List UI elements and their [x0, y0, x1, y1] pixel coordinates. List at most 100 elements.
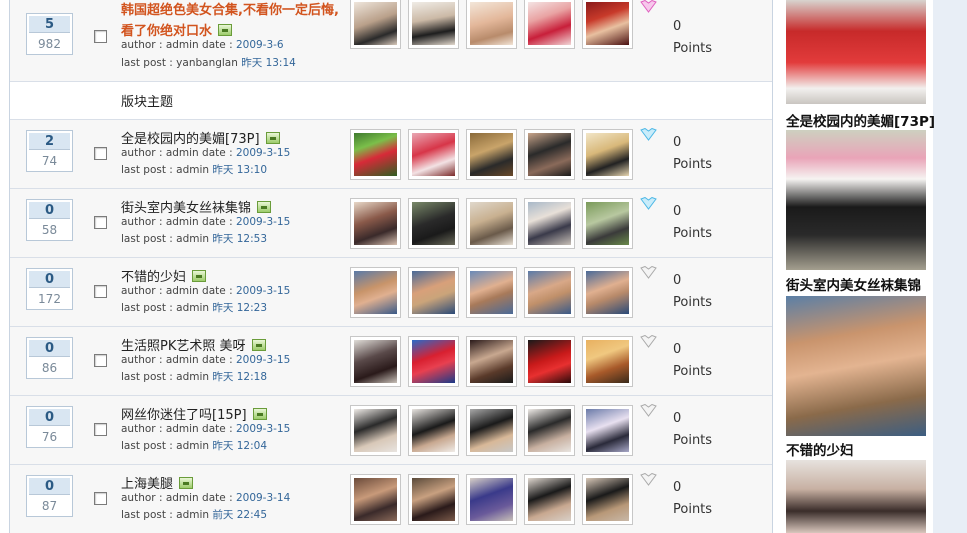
thumbnail[interactable]	[408, 267, 459, 318]
thread-select-checkbox[interactable]	[94, 30, 107, 43]
last-post-time[interactable]: 昨天 12:18	[212, 371, 267, 383]
post-date: 2009-3-15	[235, 423, 291, 435]
reply-view-counter: 0 172	[26, 268, 73, 310]
thumbnail[interactable]	[408, 336, 459, 387]
thumbnail[interactable]	[524, 0, 575, 49]
thread-select-checkbox[interactable]	[94, 354, 107, 367]
thumbnail[interactable]	[350, 474, 401, 525]
thread-author-line: author : admin date : 2009-3-15	[121, 145, 290, 162]
thumbnail[interactable]	[350, 198, 401, 249]
thumbnail[interactable]	[582, 474, 633, 525]
heart-icon[interactable]	[640, 266, 657, 279]
image-attachment-icon	[265, 132, 280, 144]
heart-icon[interactable]	[640, 197, 657, 210]
author-label: author : admin date :	[121, 216, 236, 228]
section-label: 版块主题	[121, 95, 174, 110]
thumbnail[interactable]	[350, 129, 401, 180]
points-block: 0 Points	[673, 477, 712, 521]
last-post-time[interactable]: 昨天 12:23	[212, 302, 267, 314]
points-label: Points	[673, 226, 713, 241]
sidebar-image[interactable]	[786, 296, 926, 436]
sidebar-image[interactable]	[786, 460, 926, 533]
points-value: 0	[673, 273, 682, 288]
thumbnail[interactable]	[524, 474, 575, 525]
last-post-time[interactable]: 昨天 12:53	[212, 233, 267, 245]
reply-view-counter: 0 87	[26, 475, 73, 517]
view-count: 58	[41, 223, 58, 237]
thumbnail[interactable]	[408, 129, 459, 180]
thumbnail[interactable]	[524, 198, 575, 249]
thumbnail[interactable]	[582, 267, 633, 318]
thread-title[interactable]: 韩国超绝色美女合集,不看你一定后悔,看了你绝对口水	[121, 0, 343, 42]
thumbnail[interactable]	[350, 0, 401, 49]
points-label: Points	[673, 157, 713, 172]
thumbnail[interactable]	[524, 405, 575, 456]
heart-icon[interactable]	[640, 128, 657, 141]
thread-select-checkbox[interactable]	[94, 216, 107, 229]
thumbnail[interactable]	[466, 336, 517, 387]
thread-select-checkbox[interactable]	[94, 492, 107, 505]
thumbnail[interactable]	[408, 474, 459, 525]
thumbnail[interactable]	[524, 336, 575, 387]
points-block: 0 Points	[673, 201, 712, 245]
thread-author-line: author : admin date : 2009-3-15	[121, 421, 290, 438]
post-date: 2009-3-6	[235, 39, 284, 51]
reply-count: 0	[29, 271, 70, 288]
view-count: 76	[41, 430, 58, 444]
thread-select-checkbox[interactable]	[94, 285, 107, 298]
image-attachment-icon	[218, 24, 233, 36]
thread-author-line: author : admin date : 2009-3-15	[121, 214, 290, 231]
last-post-label: last post : admin	[121, 509, 213, 521]
thumbnail[interactable]	[582, 0, 633, 49]
thumbnail[interactable]	[582, 405, 633, 456]
thumbnail[interactable]	[350, 336, 401, 387]
thumbnail[interactable]	[466, 267, 517, 318]
thumbnail[interactable]	[466, 198, 517, 249]
sidebar-image[interactable]	[786, 0, 926, 104]
last-post-time[interactable]: 昨天 13:14	[241, 57, 296, 69]
view-count: 86	[41, 361, 58, 375]
thumbnail[interactable]	[524, 129, 575, 180]
thumbnail[interactable]	[408, 405, 459, 456]
thumbnail[interactable]	[466, 405, 517, 456]
reply-view-counter: 0 76	[26, 406, 73, 448]
thumbnail[interactable]	[466, 474, 517, 525]
thumbnail[interactable]	[466, 0, 517, 49]
thumbnail[interactable]	[408, 0, 459, 49]
thumbnail[interactable]	[350, 267, 401, 318]
thumbnail[interactable]	[524, 267, 575, 318]
view-count: 74	[41, 154, 58, 168]
sidebar-caption[interactable]: 街头室内美女丝袜集锦	[786, 274, 921, 294]
points-value: 0	[673, 204, 682, 219]
thumbnail[interactable]	[582, 198, 633, 249]
table-row: 2 74 全是校园内的美媚[73P] author : admin date :…	[10, 120, 772, 189]
thumbnail[interactable]	[582, 336, 633, 387]
sidebar-caption[interactable]: 不错的少妇	[786, 439, 854, 459]
heart-icon[interactable]	[640, 0, 657, 13]
thumbnail[interactable]	[466, 129, 517, 180]
thread-author-line: author : admin date : 2009-3-15	[121, 283, 290, 300]
last-post-time[interactable]: 昨天 12:04	[212, 440, 267, 452]
image-attachment-icon	[192, 270, 207, 282]
thumbnail[interactable]	[350, 405, 401, 456]
image-attachment-icon	[252, 408, 267, 420]
points-block: 0 Points	[673, 408, 712, 452]
last-post-line: last post : admin 昨天 12:53	[121, 231, 267, 248]
thread-select-checkbox[interactable]	[94, 423, 107, 436]
reply-view-counter: 0 86	[26, 337, 73, 379]
sidebar-image-column: 全是校园内的美媚[73P] 街头室内美女丝袜集锦 不错的少妇	[773, 0, 967, 533]
thumbnail[interactable]	[582, 129, 633, 180]
last-post-time[interactable]: 昨天 13:10	[212, 164, 267, 176]
points-value: 0	[673, 19, 682, 34]
heart-icon[interactable]	[640, 404, 657, 417]
reply-count: 0	[29, 202, 70, 219]
sidebar-caption[interactable]: 全是校园内的美媚[73P]	[786, 110, 935, 130]
last-post-time[interactable]: 前天 22:45	[212, 509, 267, 521]
thread-select-checkbox[interactable]	[94, 147, 107, 160]
sidebar-image[interactable]	[786, 130, 926, 270]
thumbnail[interactable]	[408, 198, 459, 249]
points-block: 0 Points	[673, 339, 712, 383]
heart-icon[interactable]	[640, 473, 657, 486]
reply-view-counter: 2 74	[26, 130, 73, 172]
heart-icon[interactable]	[640, 335, 657, 348]
